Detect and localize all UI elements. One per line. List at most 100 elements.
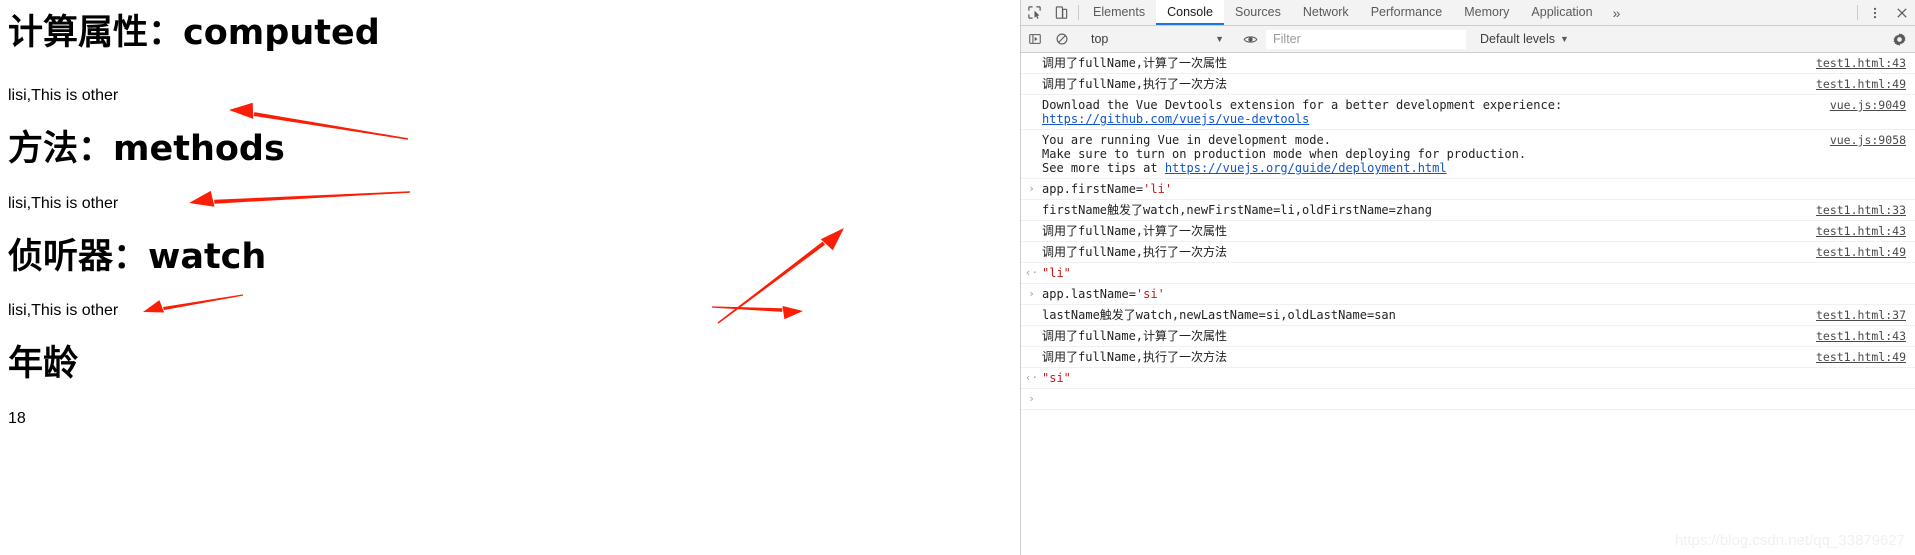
console-sidebar-icon[interactable] bbox=[1021, 32, 1048, 46]
console-row[interactable]: › app.firstName='li' bbox=[1021, 179, 1915, 200]
console-text-line: 调用了fullName,计算了一次属性 bbox=[1042, 56, 1228, 70]
console-text-line: Make sure to turn on production mode whe… bbox=[1042, 147, 1527, 161]
console-source-link[interactable]: test1.html:49 bbox=[1816, 245, 1915, 259]
console-row[interactable]: lastName触发了watch,newLastName=si,oldLastN… bbox=[1021, 305, 1915, 326]
console-url-link[interactable]: https://vuejs.org/guide/deployment.html bbox=[1165, 161, 1447, 175]
console-row-text: app.firstName='li' bbox=[1042, 182, 1173, 196]
console-source-link[interactable]: test1.html:49 bbox=[1816, 77, 1915, 91]
tab-elements[interactable]: Elements bbox=[1082, 0, 1156, 25]
console-string-literal: 'si' bbox=[1135, 287, 1165, 301]
console-row-text bbox=[1042, 392, 1906, 406]
log-levels-dropdown[interactable]: Default levels ▼ bbox=[1466, 32, 1569, 46]
value-watch: lisi,This is other bbox=[8, 302, 119, 319]
console-text-line: You are running Vue in development mode. bbox=[1042, 133, 1331, 147]
console-url-link[interactable]: https://github.com/vuejs/vue-devtools bbox=[1042, 112, 1309, 126]
console-row[interactable]: You are running Vue in development mode.… bbox=[1021, 130, 1915, 179]
log-levels-label: Default levels bbox=[1480, 32, 1556, 46]
console-text-line: 调用了fullName,执行了一次方法 bbox=[1042, 77, 1228, 91]
console-input-marker-icon: › bbox=[1028, 287, 1035, 300]
console-log-list[interactable]: 调用了fullName,计算了一次属性 test1.html:43 调用了fullN… bbox=[1021, 53, 1915, 410]
console-source-link[interactable]: test1.html:33 bbox=[1816, 203, 1915, 217]
console-row[interactable]: 调用了fullName,执行了一次方法 test1.html:49 bbox=[1021, 347, 1915, 368]
console-filter-bar: top ▼ Filter Default levels ▼ bbox=[1021, 26, 1915, 53]
device-toolbar-icon[interactable] bbox=[1048, 0, 1075, 25]
console-row-text: You are running Vue in development mode.… bbox=[1042, 133, 1830, 175]
tab-sources[interactable]: Sources bbox=[1224, 0, 1292, 25]
toolbar-divider bbox=[1078, 5, 1079, 20]
console-source-link[interactable]: test1.html:49 bbox=[1816, 350, 1915, 364]
execution-context-dropdown[interactable]: top ▼ bbox=[1082, 32, 1230, 46]
console-text-line: Download the Vue Devtools extension for … bbox=[1042, 98, 1563, 112]
customize-devtools-icon[interactable] bbox=[1861, 0, 1888, 25]
console-text-line: https://github.com/vuejs/vue-devtools bbox=[1042, 112, 1824, 126]
inspect-element-icon[interactable] bbox=[1021, 0, 1048, 25]
csdn-watermark: https://blog.csdn.net/qq_33879627 bbox=[1674, 532, 1905, 549]
console-row-text: 调用了fullName,计算了一次属性 bbox=[1042, 224, 1816, 238]
console-string-literal: "li" bbox=[1042, 266, 1071, 280]
live-expression-icon[interactable] bbox=[1237, 32, 1264, 47]
console-row-text: 调用了fullName,执行了一次方法 bbox=[1042, 245, 1816, 259]
console-filter-input[interactable]: Filter bbox=[1266, 29, 1466, 49]
tab-memory[interactable]: Memory bbox=[1453, 0, 1520, 25]
console-row[interactable]: Download the Vue Devtools extension for … bbox=[1021, 95, 1915, 130]
console-source-link[interactable]: test1.html:43 bbox=[1816, 56, 1915, 70]
console-row-text: app.lastName='si' bbox=[1042, 287, 1165, 301]
settings-gear-icon[interactable] bbox=[1886, 32, 1913, 47]
console-row-text: 调用了fullName,执行了一次方法 bbox=[1042, 350, 1816, 364]
console-text-line: lastName触发了watch,newLastName=si,oldLastN… bbox=[1042, 308, 1396, 322]
console-input-marker-icon: › bbox=[1028, 182, 1035, 195]
clear-console-icon[interactable] bbox=[1048, 32, 1075, 46]
console-row[interactable]: 调用了fullName,执行了一次方法 test1.html:49 bbox=[1021, 74, 1915, 95]
console-source-link[interactable]: test1.html:37 bbox=[1816, 308, 1915, 322]
console-row[interactable]: ‹· "si" bbox=[1021, 368, 1915, 389]
value-age: 18 bbox=[8, 410, 26, 427]
console-row[interactable]: › bbox=[1021, 389, 1915, 410]
console-source-link[interactable]: vue.js:9049 bbox=[1830, 98, 1915, 112]
console-text-line: 调用了fullName,执行了一次方法 bbox=[1042, 350, 1228, 364]
console-text-line: 调用了fullName,执行了一次方法 bbox=[1042, 245, 1228, 259]
console-row-text: 调用了fullName,执行了一次方法 bbox=[1042, 77, 1816, 91]
console-text-line: 调用了fullName,计算了一次属性 bbox=[1042, 224, 1228, 238]
console-row[interactable]: 调用了fullName,计算了一次属性 test1.html:43 bbox=[1021, 326, 1915, 347]
console-string-literal: "si" bbox=[1042, 371, 1071, 385]
console-input-marker-icon: › bbox=[1028, 392, 1035, 405]
console-output-marker-icon: ‹· bbox=[1024, 266, 1039, 279]
tab-network[interactable]: Network bbox=[1292, 0, 1360, 25]
console-row-text: 调用了fullName,计算了一次属性 bbox=[1042, 329, 1816, 343]
chevron-down-icon-levels: ▼ bbox=[1560, 34, 1569, 44]
more-tabs-icon[interactable]: » bbox=[1604, 0, 1630, 25]
console-source-link[interactable]: vue.js:9058 bbox=[1830, 133, 1915, 147]
heading-methods: 方法：methods bbox=[8, 129, 285, 169]
console-row-text: 调用了fullName,计算了一次属性 bbox=[1042, 56, 1816, 70]
tab-application[interactable]: Application bbox=[1520, 0, 1603, 25]
console-row[interactable]: firstName触发了watch,newFirstName=li,oldFir… bbox=[1021, 200, 1915, 221]
tab-console[interactable]: Console bbox=[1156, 0, 1224, 25]
console-row-text: lastName触发了watch,newLastName=si,oldLastN… bbox=[1042, 308, 1816, 322]
console-string-literal: 'li' bbox=[1143, 182, 1173, 196]
console-text-line: See more tips at https://vuejs.org/guide… bbox=[1042, 161, 1447, 175]
console-row-text: Download the Vue Devtools extension for … bbox=[1042, 98, 1830, 126]
rendered-page-pane: 计算属性：computed lisi,This is other 方法：meth… bbox=[0, 0, 1020, 555]
heading-age: 年龄 bbox=[8, 344, 79, 384]
toolbar-divider-right bbox=[1857, 5, 1858, 20]
console-row-text: firstName触发了watch,newFirstName=li,oldFir… bbox=[1042, 203, 1816, 217]
close-devtools-icon[interactable] bbox=[1888, 0, 1915, 25]
console-row-text: "si" bbox=[1042, 371, 1906, 385]
console-row[interactable]: 调用了fullName,计算了一次属性 test1.html:43 bbox=[1021, 53, 1915, 74]
console-row[interactable]: ‹· "li" bbox=[1021, 263, 1915, 284]
console-output-marker-icon: ‹· bbox=[1024, 371, 1039, 384]
value-computed: lisi,This is other bbox=[8, 87, 119, 104]
console-source-link[interactable]: test1.html:43 bbox=[1816, 329, 1915, 343]
chevron-down-icon: ▼ bbox=[1215, 34, 1224, 44]
devtools-tab-list: Elements Console Sources Network Perform… bbox=[1082, 0, 1854, 25]
heading-watch: 侦听器：watch bbox=[8, 237, 267, 277]
devtools-tabbar: Elements Console Sources Network Perform… bbox=[1021, 0, 1915, 26]
console-row[interactable]: 调用了fullName,计算了一次属性 test1.html:43 bbox=[1021, 221, 1915, 242]
value-methods: lisi,This is other bbox=[8, 195, 119, 212]
console-row[interactable]: › app.lastName='si' bbox=[1021, 284, 1915, 305]
console-row-text: "li" bbox=[1042, 266, 1906, 280]
execution-context-label: top bbox=[1091, 32, 1109, 46]
console-source-link[interactable]: test1.html:43 bbox=[1816, 224, 1915, 238]
tab-performance[interactable]: Performance bbox=[1360, 0, 1454, 25]
console-row[interactable]: 调用了fullName,执行了一次方法 test1.html:49 bbox=[1021, 242, 1915, 263]
